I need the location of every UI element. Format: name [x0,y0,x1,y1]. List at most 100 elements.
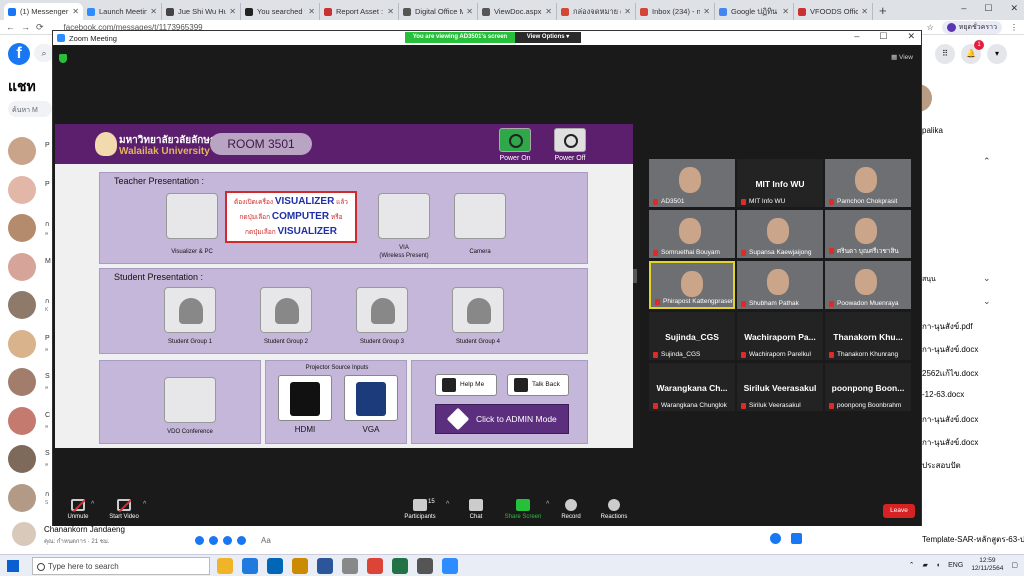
notifications-icon[interactable]: 🔔 1 [961,40,984,64]
view-button[interactable]: ▦ View [891,53,913,61]
tab-close-icon[interactable]: ✕ [861,7,868,16]
shared-file-item[interactable]: กา-นุนสังข์.pdf [922,320,973,333]
power-on-button[interactable] [499,128,531,152]
close-button[interactable]: ✕ [1010,3,1018,14]
via-button[interactable] [378,193,430,239]
messenger-search-input[interactable]: ค้นหา M [8,101,52,117]
chat-item[interactable]: P [8,175,54,206]
participant-tile[interactable]: Sujinda_CGS Sujinda_CGS [649,312,735,360]
browser-tab[interactable]: Digital Office M ✕ [399,3,478,20]
participant-tile[interactable]: Somruethai Bouyam [649,210,735,258]
student-group-button[interactable] [164,287,216,333]
browser-tab[interactable]: Inbox (234) - n ✕ [636,3,715,20]
browser-tab[interactable]: Report Asset : ✕ [320,3,399,20]
participant-tile[interactable]: Supansa Kaewjaijong [737,210,823,258]
volume-icon[interactable]: ◖ [936,562,940,569]
notification-center-icon[interactable]: ▢ [1011,561,1018,569]
maximize-button[interactable]: ☐ [984,3,992,14]
participant-tile[interactable]: Warangkana Ch... Warangkana Chunglok [649,363,735,411]
zoom-icon[interactable] [442,558,458,574]
admin-mode-button[interactable]: Click to ADMIN Mode [435,404,569,434]
message-input[interactable]: Aa [261,536,271,545]
tab-close-icon[interactable]: ✕ [545,7,552,16]
participants-button[interactable]: Participants [395,499,445,520]
vdo-conference-button[interactable] [164,377,216,423]
chat-item[interactable]: P [8,137,54,167]
emoji-icon[interactable] [770,533,781,544]
menu-grid-icon[interactable]: ⠿ [935,44,955,64]
chat-item-bottom[interactable]: Chanankorn Jandaeng คุณ: กำหนดการ · 21 ช… [8,522,188,550]
student-group-button[interactable] [356,287,408,333]
participant-tile[interactable]: Pamchon Chokprasit [825,159,911,207]
browser-tab[interactable]: กล่องจดหมาย (24✕ [557,3,636,20]
browser-tab[interactable]: VFOODS Office ✕ [794,3,873,20]
network-icon[interactable]: ▰ [923,561,928,569]
chrome-icon[interactable] [367,558,383,574]
sticker-icon[interactable] [223,535,232,545]
shared-file-item[interactable]: Template-SAR-หลักสูตร-63-ป.เอก-14-09- [922,533,1024,546]
participant-tile[interactable]: Shubham Pathak [737,261,823,309]
help-me-button[interactable]: Help Me [435,374,497,396]
browser-tab[interactable]: ViewDoc.aspx ✕ [478,3,557,20]
chevron-up-icon[interactable]: ⌃ [983,156,991,167]
windows-start-icon[interactable] [7,560,19,572]
shared-file-item[interactable]: ประสอบปัต [922,459,961,472]
image-icon[interactable] [209,535,218,545]
tab-close-icon[interactable]: ✕ [703,7,710,16]
edge-icon[interactable] [242,558,258,574]
visualizer-button[interactable] [166,193,218,239]
menu-icon[interactable]: ⋮ [1010,23,1018,32]
browser-tab[interactable]: Launch Meeting ✕ [83,3,162,20]
video-options-caret[interactable]: ^ [143,501,146,508]
tab-close-icon[interactable]: ✕ [229,7,236,16]
profile-button[interactable]: หยุดชั่วคราว [941,21,1002,34]
bookmark-star-icon[interactable]: ☆ [927,23,934,32]
tab-close-icon[interactable]: ✕ [782,7,789,16]
chat-item[interactable]: M [8,252,54,283]
facebook-logo-icon[interactable]: f [8,43,30,65]
shared-file-item[interactable]: กา-นุนสังข์.docx [922,436,978,449]
tab-close-icon[interactable]: ✕ [387,7,394,16]
camera-button[interactable] [454,193,506,239]
participant-tile[interactable]: MIT Info WU MIT Info WU [737,159,823,207]
audio-options-caret[interactable]: ^ [91,501,94,508]
participant-tile[interactable]: poonpong Boon... poonpong Boonbrahm [825,363,911,411]
split-handle[interactable] [633,269,637,283]
start-video-button[interactable]: Start Video [99,499,149,520]
clock[interactable]: 12:59 12/11/2564 [971,557,1003,573]
tab-close-icon[interactable]: ✕ [72,7,79,16]
reactions-button[interactable]: Reactions [589,499,639,520]
tab-close-icon[interactable]: ✕ [150,7,157,16]
browser-tab[interactable]: Google ปฏิทิน - ✕ [715,3,794,20]
participant-tile[interactable]: AD3501 [649,159,735,207]
participant-tile[interactable]: Phirapost Kattengprasert [649,261,735,309]
shared-file-item[interactable]: กา-นุนสังข์.docx [922,343,978,356]
chat-item[interactable]: กS [8,483,54,514]
participant-tile[interactable]: ศรินดา บุณศรีเวชาสิน [825,210,911,258]
maximize-button[interactable]: ☐ [879,31,887,42]
file-explorer-icon[interactable] [217,558,233,574]
shared-file-item[interactable]: 2562แก้ไข.docx [922,367,978,380]
chat-item[interactable]: Sค [8,445,54,475]
chat-item[interactable]: Cค [8,406,54,437]
gif-icon[interactable] [237,535,246,545]
unmute-button[interactable]: Unmute [53,499,103,520]
participants-caret[interactable]: ^ [446,501,449,508]
folder-icon[interactable] [292,558,308,574]
student-group-button[interactable] [452,287,504,333]
excel-icon[interactable] [392,558,408,574]
participant-tile[interactable]: Wachiraporn Pa... Wachiraporn Parelkul [737,312,823,360]
student-group-button[interactable] [260,287,312,333]
language-indicator[interactable]: ENG [948,562,963,569]
chat-button[interactable]: Chat [451,499,501,520]
chat-item[interactable]: กค [8,214,54,244]
mail-icon[interactable] [267,558,283,574]
new-tab-button[interactable]: + [879,3,887,18]
hdmi-button[interactable] [278,375,332,421]
word-icon[interactable] [317,558,333,574]
facebook-search-icon[interactable]: ⌕ [34,44,54,62]
chevron-down-icon[interactable]: ⌄ [983,296,991,307]
like-icon[interactable] [791,533,802,544]
browser-tab[interactable]: Jue Shi Wu Hun✕ [162,3,241,20]
browser-tab[interactable]: (1) Messenger ✕ [4,3,83,20]
